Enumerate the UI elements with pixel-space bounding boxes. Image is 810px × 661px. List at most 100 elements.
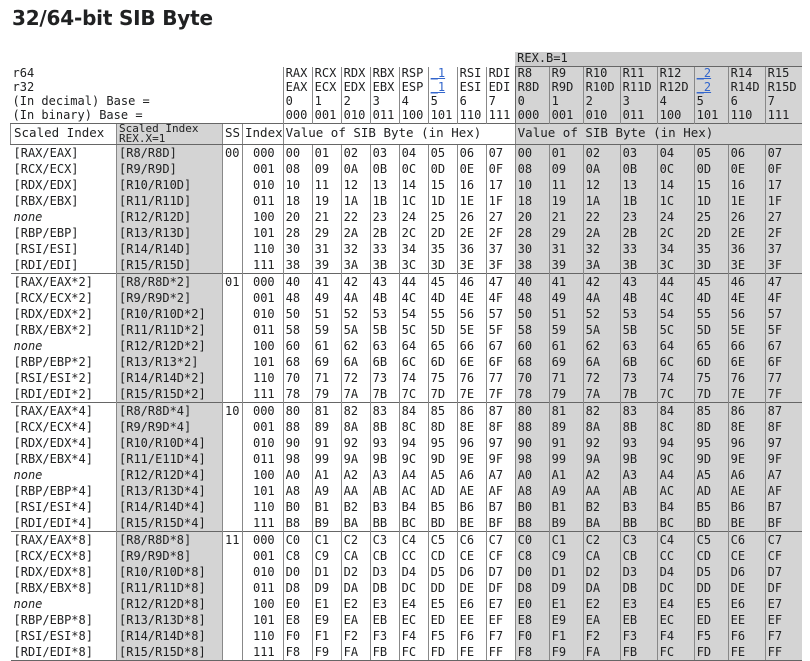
hex-value-cell: F2 <box>340 628 371 644</box>
hex-value-cell: 20 <box>282 209 313 225</box>
hex-value-cell: BB <box>619 515 658 532</box>
hex-value-cell: 6C <box>656 354 695 370</box>
hex-value-cell: DA <box>340 580 371 596</box>
hex-value-cell: 4A <box>582 290 621 306</box>
ss-cell <box>222 419 243 435</box>
hex-value-cell: 3F <box>764 257 803 274</box>
hex-value-cell: 9F <box>764 451 803 467</box>
index-cell: 110 <box>242 628 284 644</box>
hex-value-cell: 77 <box>485 370 516 386</box>
scaled-index-cell: [RAX/EAX] <box>10 144 117 161</box>
hex-value-cell: 40 <box>282 273 313 290</box>
hex-value-cell: C1 <box>548 531 584 548</box>
ss-cell <box>222 644 243 661</box>
hex-value-cell: 72 <box>340 370 371 386</box>
scaled-index-rex-cell: [R15/R15D*4] <box>116 515 223 532</box>
scaled-index-cell: none <box>13 339 43 353</box>
hex-value-cell: 56 <box>727 306 766 322</box>
hex-value-cell: 87 <box>764 402 803 419</box>
hex-value-cell: D4 <box>656 564 695 580</box>
base-col-r32: ECX <box>311 81 342 95</box>
hex-value-cell: A7 <box>485 467 516 483</box>
hex-value-cell: B9 <box>548 515 584 532</box>
hex-value-cell: CB <box>369 548 400 564</box>
base-col-r32: R10D <box>582 81 621 95</box>
hex-value-cell: 62 <box>340 338 371 354</box>
scaled-index-rex-cell: [R13/R13*2] <box>116 354 223 370</box>
hex-value-cell: E5 <box>693 596 729 612</box>
hex-value-cell: 23 <box>369 209 400 225</box>
hex-value-cell: 90 <box>282 435 313 451</box>
hex-value-cell: B4 <box>656 499 695 515</box>
hex-value-cell: 75 <box>693 370 729 386</box>
hex-value-cell: A6 <box>456 467 487 483</box>
scaled-index-cell: [RDI/EDI] <box>13 258 79 272</box>
index-cell: 100 <box>242 596 284 612</box>
hex-value-cell: 88 <box>282 419 313 435</box>
ss-cell <box>222 193 243 209</box>
hex-value-cell: 57 <box>764 306 803 322</box>
ss-cell <box>222 483 243 499</box>
hex-value-cell: ED <box>693 612 729 628</box>
scaled-index-cell: [RCX/ECX*4] <box>13 420 93 434</box>
hex-value-cell: 33 <box>619 241 658 257</box>
hex-value-cell: 2B <box>369 225 400 241</box>
base-col-base-decimal: 3 <box>369 95 400 109</box>
hex-value-cell: 96 <box>456 435 487 451</box>
hex-value-cell: 7B <box>369 386 400 403</box>
scaled-index-rex-cell: [R15/R15D] <box>116 257 223 274</box>
ss-cell <box>222 257 243 274</box>
hex-value-cell: 6B <box>369 354 400 370</box>
hex-value-cell: F3 <box>369 628 400 644</box>
hex-value-cell: 79 <box>548 386 584 403</box>
hex-value-cell: 64 <box>398 338 429 354</box>
hex-value-cell: 2F <box>764 225 803 241</box>
index-cell: 110 <box>242 499 284 515</box>
base-col-r32: EDI <box>485 81 516 95</box>
hex-value-cell: C2 <box>582 531 621 548</box>
hex-value-cell: 69 <box>548 354 584 370</box>
hex-value-cell: DC <box>398 580 429 596</box>
hex-value-cell: BC <box>398 515 429 532</box>
hex-value-cell: 23 <box>619 209 658 225</box>
r32-label: r32 <box>12 81 35 94</box>
hex-value-cell: 4D <box>427 290 458 306</box>
base-col-base-binary: 011 <box>369 109 400 124</box>
hex-value-cell: C7 <box>764 531 803 548</box>
index-cell: 010 <box>242 306 284 322</box>
index-cell: 010 <box>242 564 284 580</box>
hex-value-cell: 5E <box>456 322 487 338</box>
hex-value-cell: D9 <box>311 580 342 596</box>
ss-cell <box>222 386 243 403</box>
hex-value-cell: DB <box>369 580 400 596</box>
hex-value-cell: A8 <box>514 483 550 499</box>
scaled-index-cell: [RBX/EBX*4] <box>13 452 93 466</box>
scaled-index-rex-cell: [R8/R8D*8] <box>116 531 223 548</box>
hex-value-cell: 2A <box>340 225 371 241</box>
hex-value-cell: C6 <box>727 531 766 548</box>
hex-value-cell: A1 <box>311 467 342 483</box>
base-col-base-binary: 001 <box>311 109 342 124</box>
index-cell: 110 <box>242 370 284 386</box>
hex-value-cell: 7E <box>456 386 487 403</box>
hex-value-cell: C8 <box>282 548 313 564</box>
hex-value-cell: F7 <box>485 628 516 644</box>
ss-cell <box>222 435 243 451</box>
hex-value-cell: 0C <box>656 161 695 177</box>
hex-value-cell: 2F <box>485 225 516 241</box>
hex-value-cell: D7 <box>485 564 516 580</box>
hex-value-cell: 92 <box>340 435 371 451</box>
base-col-base-binary: 101 <box>693 109 729 124</box>
hex-value-cell: C7 <box>485 531 516 548</box>
hex-value-cell: 48 <box>514 290 550 306</box>
hex-value-cell: C4 <box>656 531 695 548</box>
hex-value-cell: 80 <box>514 402 550 419</box>
scaled-index-cell: none <box>13 597 43 611</box>
hex-value-cell: EE <box>727 612 766 628</box>
hex-value-cell: AA <box>582 483 621 499</box>
hex-value-cell: 3A <box>340 257 371 274</box>
index-cell: 100 <box>242 338 284 354</box>
base-col-r64: RDX <box>340 66 371 81</box>
scaled-index-cell: [RDX/EDX] <box>13 178 79 192</box>
hex-value-cell: 04 <box>656 144 695 161</box>
